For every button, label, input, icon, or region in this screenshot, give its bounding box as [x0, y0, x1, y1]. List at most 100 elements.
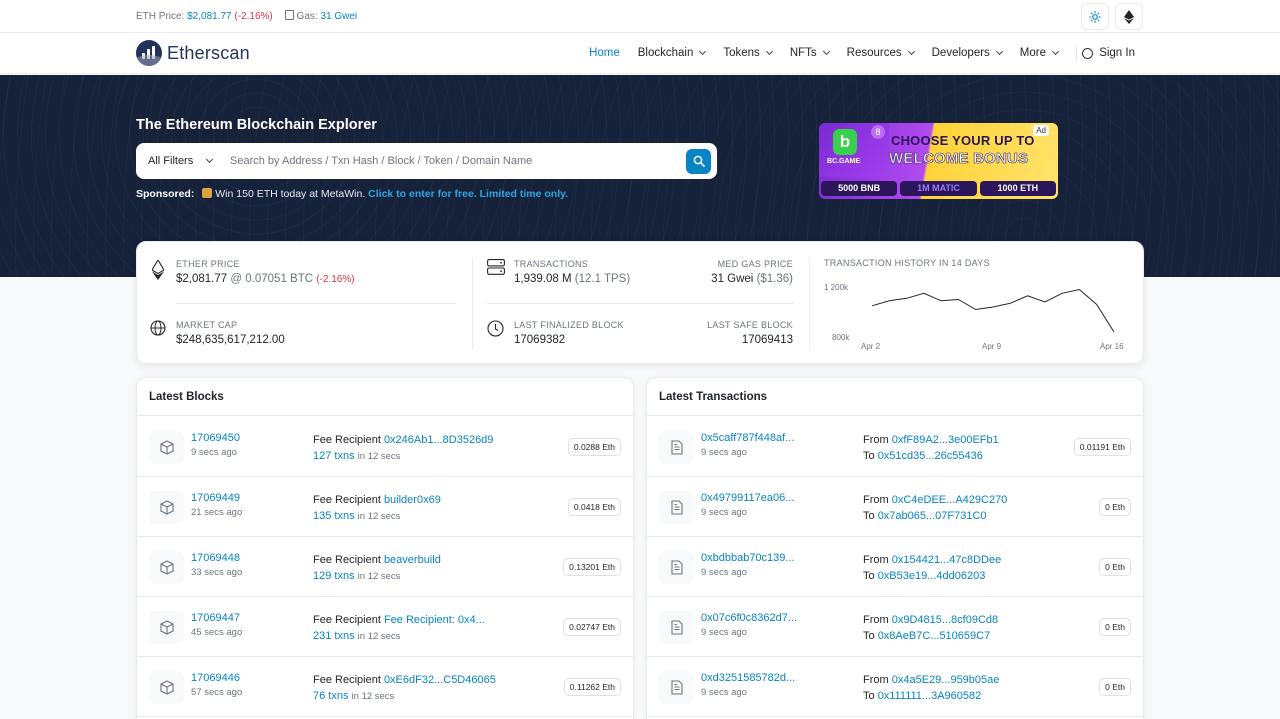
block-reward-badge: 0.0418 Eth — [567, 498, 621, 516]
transactions-stat[interactable]: TRANSACTIONS 1,939.08 M (12.1 TPS) — [514, 259, 630, 285]
ether-price-label: ETHER PRICE — [176, 259, 240, 269]
last-safe-label: LAST SAFE BLOCK — [707, 320, 793, 330]
med-gas-usd: ($1.36) — [756, 273, 793, 285]
block-age: 33 secs ago — [191, 567, 243, 578]
nav-home[interactable]: Home — [589, 47, 620, 59]
from-address-link[interactable]: 0x9D4815...8cf09Cd8 — [892, 614, 998, 626]
block-txns-link[interactable]: 135 txns — [313, 510, 355, 522]
fee-recipient-link[interactable]: builder0x69 — [384, 494, 441, 506]
from-address-link[interactable]: 0xfF89A2...3e00EFb1 — [892, 434, 999, 446]
block-number-link[interactable]: 17069450 — [191, 432, 240, 444]
eth-price-link[interactable]: $2,081.77 — [187, 11, 232, 22]
block-time-label: in 12 secs — [357, 571, 401, 582]
fee-recipient-link[interactable]: beaverbuild — [384, 554, 441, 566]
gas-label: Gas: — [296, 11, 318, 22]
transaction-history-chart[interactable]: TRANSACTION HISTORY IN 14 DAYS 1 200k 80… — [824, 258, 1130, 353]
transaction-hash-link[interactable]: 0x49799117ea06... — [701, 492, 794, 504]
transaction-age: 9 secs ago — [701, 507, 747, 518]
price-ticker: ETH Price: $2,081.77 (-2.16%) Gas: 31 Gw… — [136, 10, 357, 22]
eth-price-label: ETH Price: — [136, 11, 185, 22]
fee-recipient-link[interactable]: 0x246Ab1...8D3526d9 — [384, 434, 493, 446]
ad-brand: BC.GAME — [827, 158, 861, 165]
sign-in-link[interactable]: Sign In — [1082, 33, 1135, 73]
chevron-down-icon — [206, 155, 214, 164]
eth-price-change: (-2.16%) — [234, 11, 273, 22]
theme-toggle-button[interactable] — [1081, 3, 1109, 30]
block-number-link[interactable]: 17069449 — [191, 492, 240, 504]
block-row: 17069446 57 secs ago Fee Recipient 0xE6d… — [137, 657, 633, 717]
transaction-hash-link[interactable]: 0xd3251585782d... — [701, 672, 795, 684]
block-number-link[interactable]: 17069446 — [191, 672, 240, 684]
block-txns-link[interactable]: 76 txns — [313, 690, 348, 702]
to-address-link[interactable]: 0x111111...3A960582 — [878, 690, 982, 702]
gas-pump-icon — [284, 10, 294, 20]
nav-more[interactable]: More — [1020, 47, 1060, 59]
to-address-link[interactable]: 0xB53e19...4dd06203 — [878, 570, 986, 582]
block-txns-link[interactable]: 127 txns — [313, 450, 355, 462]
sponsored-link[interactable]: Click to enter for free. Limited time on… — [368, 188, 568, 200]
block-number-link[interactable]: 17069448 — [191, 552, 240, 564]
block-icon-box — [149, 551, 184, 584]
block-txns-link[interactable]: 129 txns — [313, 570, 355, 582]
fee-recipient-link[interactable]: Fee Recipient: 0x4... — [384, 614, 485, 626]
to-address-link[interactable]: 0x51cd35...26c55436 — [878, 450, 983, 462]
transaction-age: 9 secs ago — [701, 627, 747, 638]
sponsored-line: Sponsored: Win 150 ETH today at MetaWin.… — [136, 188, 568, 200]
med-gas-value: 31 Gwei — [711, 273, 754, 285]
last-finalized-stat[interactable]: LAST FINALIZED BLOCK 17069382 — [514, 320, 624, 346]
etherscan-logo-icon — [136, 40, 162, 66]
med-gas-stat[interactable]: MED GAS PRICE 31 Gwei ($1.36) — [711, 259, 793, 285]
nav-tokens[interactable]: Tokens — [723, 47, 773, 59]
from-label: From — [863, 674, 889, 686]
main-nav: Etherscan Home Blockchain Tokens NFTs Re… — [0, 33, 1280, 74]
to-address-link[interactable]: 0x7ab065...07F731C0 — [878, 510, 987, 522]
to-address-link[interactable]: 0x8AeB7C...510659C7 — [878, 630, 991, 642]
chevron-down-icon — [1051, 47, 1060, 56]
transaction-doc-icon — [670, 440, 683, 455]
market-cap-label: MARKET CAP — [176, 320, 238, 330]
block-reward-badge: 0.0288 Eth — [567, 438, 621, 456]
fee-recipient-link[interactable]: 0xE6dF32...C5D46065 — [384, 674, 496, 686]
etherscan-logo[interactable]: Etherscan — [136, 40, 250, 66]
transaction-value-badge: 0.01191 Eth — [1073, 438, 1131, 456]
search-filter-select[interactable]: All Filters — [136, 143, 226, 179]
nav-developers-label: Developers — [931, 47, 990, 59]
sign-in-label: Sign In — [1099, 47, 1135, 59]
chart-x-tick: Apr 16 — [1100, 342, 1124, 351]
transaction-icon-box — [659, 611, 694, 644]
clock-icon — [487, 320, 504, 337]
nav-nfts[interactable]: NFTs — [790, 47, 830, 59]
search-button[interactable] — [686, 148, 711, 174]
nav-blockchain[interactable]: Blockchain — [638, 47, 707, 59]
transaction-hash-link[interactable]: 0xbdbbab70c139... — [701, 552, 795, 564]
divider — [487, 303, 794, 304]
network-button[interactable] — [1115, 3, 1143, 30]
chevron-down-icon — [995, 47, 1003, 56]
search-input[interactable] — [226, 143, 686, 179]
block-number-link[interactable]: 17069447 — [191, 612, 240, 624]
chevron-down-icon — [822, 47, 830, 56]
transaction-doc-icon — [670, 500, 683, 515]
transaction-hash-link[interactable]: 0x07c6f0c8362d7... — [701, 612, 797, 624]
hero-title: The Ethereum Blockchain Explorer — [136, 117, 377, 133]
from-address-link[interactable]: 0xC4eDEE...A429C270 — [892, 494, 1008, 506]
nav-developers[interactable]: Developers — [931, 47, 1003, 59]
block-txns-link[interactable]: 231 txns — [313, 630, 355, 642]
ad-banner[interactable]: b BC.GAME 8 CHOOSE YOUR UP TO WELCOME BO… — [819, 123, 1058, 199]
ad-pill-matic: 1M MATIC — [900, 181, 977, 196]
nav-resources[interactable]: Resources — [847, 47, 915, 59]
search-filter-label: All Filters — [148, 155, 194, 167]
transaction-hash-link[interactable]: 0x5caff787f448af... — [701, 432, 794, 444]
last-safe-stat[interactable]: LAST SAFE BLOCK 17069413 — [707, 320, 793, 346]
block-row: 17069449 21 secs ago Fee Recipient build… — [137, 477, 633, 537]
from-address-link[interactable]: 0x154421...47c8DDee — [892, 554, 1001, 566]
chart-y-tick: 1 200k — [824, 283, 849, 292]
ad-headline-2: WELCOME BONUS — [889, 150, 1029, 168]
transaction-icon-box — [659, 491, 694, 524]
from-address-link[interactable]: 0x4a5E29...959b05ae — [892, 674, 1000, 686]
block-time-label: in 12 secs — [357, 511, 401, 522]
transaction-row: 0x5caff787f448af... 9 secs ago From 0xfF… — [647, 417, 1143, 477]
transaction-age: 9 secs ago — [701, 447, 747, 458]
gas-price-link[interactable]: 31 Gwei — [320, 11, 357, 22]
logo-text: Etherscan — [167, 42, 250, 63]
